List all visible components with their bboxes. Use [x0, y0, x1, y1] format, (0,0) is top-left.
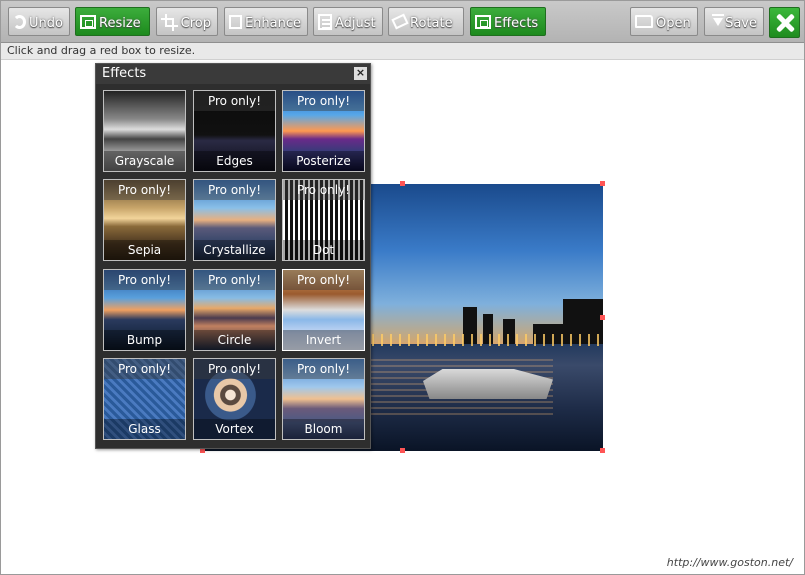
- open-button[interactable]: Open: [630, 7, 698, 36]
- effects-button[interactable]: Effects: [470, 7, 546, 36]
- effect-bump[interactable]: Pro only! Bump: [103, 269, 186, 351]
- effect-dot[interactable]: Pro only! Dot: [282, 179, 365, 261]
- effect-name: Bump: [104, 330, 185, 350]
- pro-only-badge: Pro only!: [194, 91, 275, 111]
- save-button[interactable]: Save: [704, 7, 764, 36]
- save-label: Save: [725, 16, 757, 31]
- effect-name: Dot: [283, 240, 364, 260]
- resize-icon: [80, 14, 96, 29]
- undo-icon: [13, 14, 27, 29]
- crop-icon: [161, 13, 178, 31]
- effect-invert[interactable]: Pro only! Invert: [282, 269, 365, 351]
- enhance-label: Enhance: [244, 16, 301, 31]
- resize-handle-right[interactable]: [600, 315, 605, 320]
- effect-name: Vortex: [194, 419, 275, 439]
- tools-icon[interactable]: [769, 7, 800, 38]
- pro-only-badge: Pro only!: [194, 270, 275, 290]
- close-icon[interactable]: ×: [354, 67, 367, 80]
- effect-name: Grayscale: [104, 151, 185, 171]
- watermark: http://www.goston.net/: [666, 556, 793, 569]
- effect-vortex[interactable]: Pro only! Vortex: [193, 358, 276, 440]
- rotate-label: Rotate: [410, 16, 453, 31]
- rotate-button[interactable]: Rotate: [388, 7, 464, 36]
- enhance-button[interactable]: Enhance: [224, 7, 308, 36]
- pro-only-badge: Pro only!: [194, 359, 275, 379]
- save-icon: [709, 13, 725, 31]
- hint-text: Click and drag a red box to resize.: [1, 43, 804, 60]
- resize-handle-top-right[interactable]: [600, 181, 605, 186]
- crop-button[interactable]: Crop: [156, 7, 218, 36]
- pro-only-badge: Pro only!: [283, 270, 364, 290]
- pro-only-badge: Pro only!: [104, 359, 185, 379]
- effect-crystallize[interactable]: Pro only! Crystallize: [193, 179, 276, 261]
- pro-only-badge: Pro only!: [104, 180, 185, 200]
- effect-circle[interactable]: Pro only! Circle: [193, 269, 276, 351]
- resize-handle-bottom[interactable]: [400, 448, 405, 453]
- undo-label: Undo: [29, 16, 63, 31]
- resize-handle-bottom-right[interactable]: [600, 448, 605, 453]
- open-label: Open: [656, 16, 691, 31]
- crop-label: Crop: [180, 16, 211, 31]
- adjust-button[interactable]: Adjust: [313, 7, 383, 36]
- undo-button[interactable]: Undo: [8, 7, 70, 36]
- effect-name: Invert: [283, 330, 364, 350]
- effect-name: Crystallize: [194, 240, 275, 260]
- effect-name: Posterize: [283, 151, 364, 171]
- toolbar: Undo Resize Crop Enhance Adjust Rotate E…: [1, 1, 804, 43]
- effects-panel-title-text: Effects: [102, 66, 147, 81]
- effect-name: Glass: [104, 419, 185, 439]
- resize-handle-top[interactable]: [400, 181, 405, 186]
- pro-only-badge: Pro only!: [194, 180, 275, 200]
- rotate-icon: [391, 13, 409, 30]
- pro-only-badge: Pro only!: [283, 91, 364, 111]
- effect-bloom[interactable]: Pro only! Bloom: [282, 358, 365, 440]
- effect-sepia[interactable]: Pro only! Sepia: [103, 179, 186, 261]
- effects-panel-title: Effects ×: [96, 64, 370, 84]
- effect-posterize[interactable]: Pro only! Posterize: [282, 90, 365, 172]
- effect-edges[interactable]: Pro only! Edges: [193, 90, 276, 172]
- effect-glass[interactable]: Pro only! Glass: [103, 358, 186, 440]
- resize-label: Resize: [99, 16, 141, 31]
- pro-only-badge: Pro only!: [283, 180, 364, 200]
- effect-name: Edges: [194, 151, 275, 171]
- effect-grayscale[interactable]: Grayscale: [103, 90, 186, 172]
- effects-label: Effects: [494, 16, 539, 31]
- effects-icon: [475, 14, 491, 29]
- effect-name: Sepia: [104, 240, 185, 260]
- adjust-label: Adjust: [335, 16, 376, 31]
- pro-only-badge: Pro only!: [104, 270, 185, 290]
- effect-name: Circle: [194, 330, 275, 350]
- pro-only-badge: Pro only!: [283, 359, 364, 379]
- effect-name: Bloom: [283, 419, 364, 439]
- photo-lights: [363, 334, 603, 346]
- enhance-icon: [229, 14, 242, 29]
- folder-icon: [635, 15, 653, 28]
- adjust-icon: [318, 13, 332, 30]
- effects-panel: Effects × Grayscale Pro only! Edges Pro …: [95, 63, 371, 449]
- resize-button[interactable]: Resize: [75, 7, 150, 36]
